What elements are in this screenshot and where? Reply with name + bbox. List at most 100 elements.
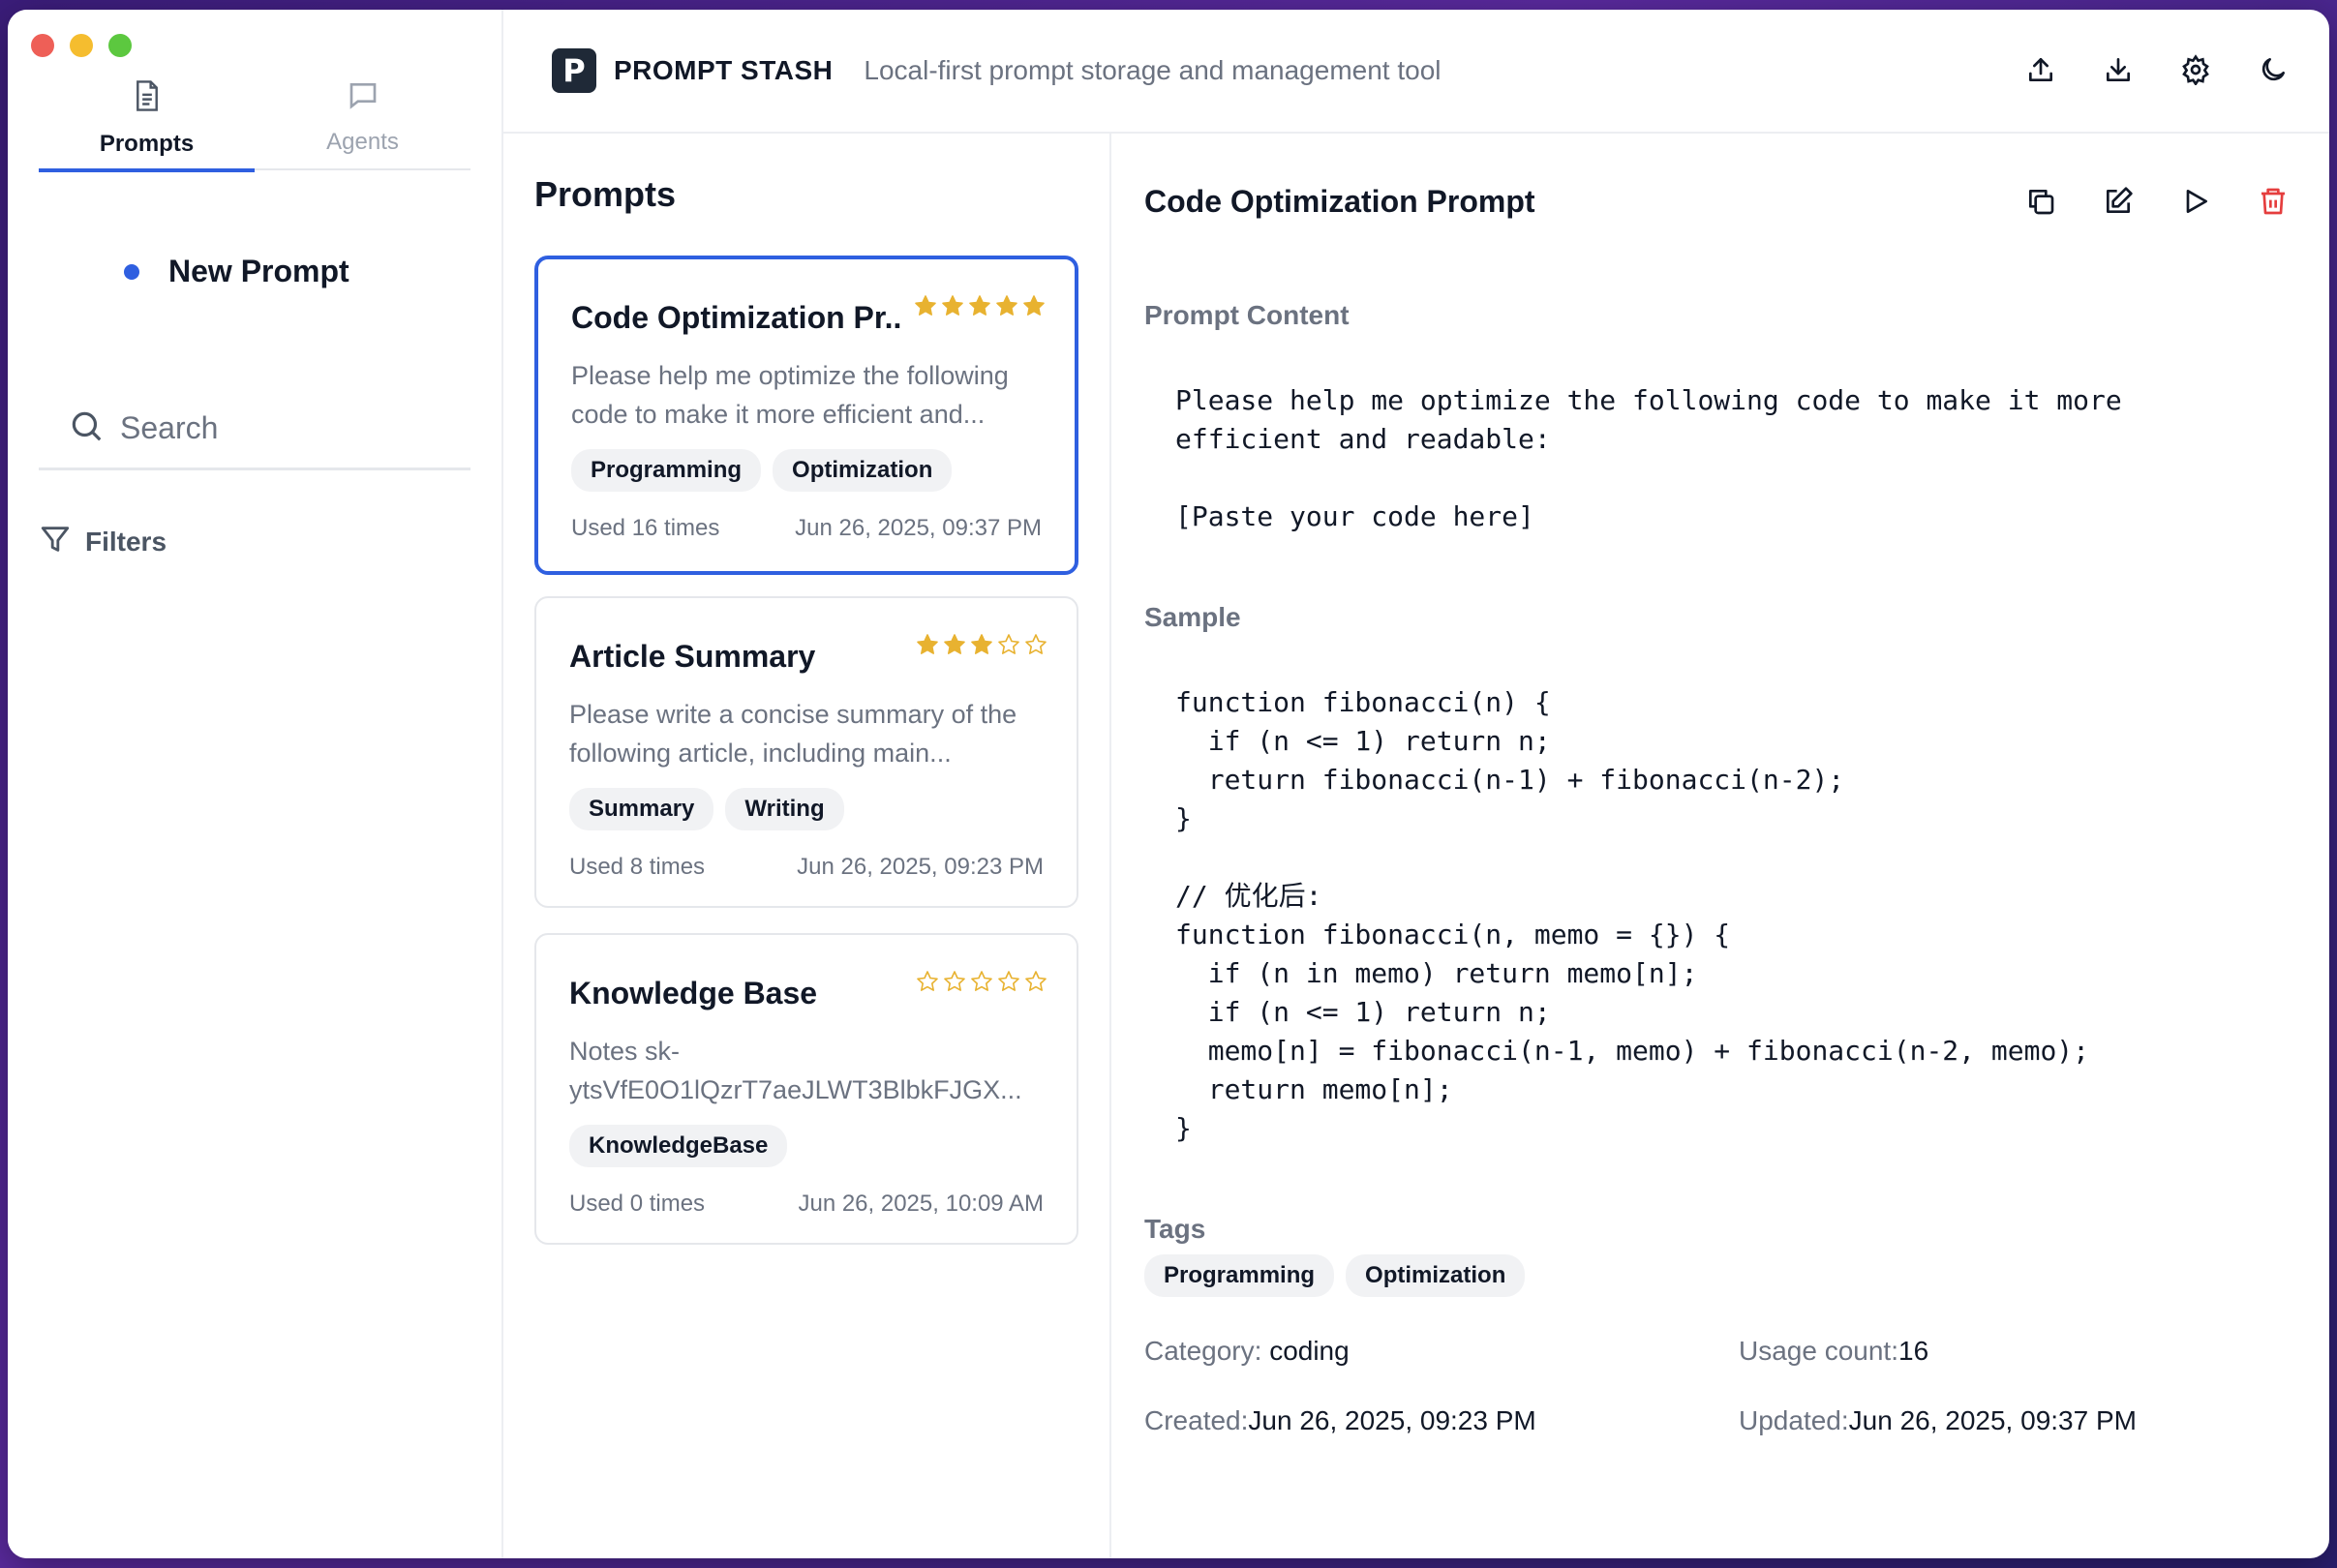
app-header: P PROMPT STASH Local-first prompt storag… bbox=[503, 10, 2329, 134]
prompt-card-meta: Used 8 times Jun 26, 2025, 09:23 PM bbox=[569, 854, 1044, 881]
star-filled-icon[interactable] bbox=[1022, 294, 1046, 322]
category-value: coding bbox=[1269, 1336, 1350, 1366]
prompt-card[interactable]: Knowledge Base Notes sk-ytsVfE0O1lQzrT7a… bbox=[534, 933, 1078, 1245]
star-empty-icon[interactable] bbox=[997, 970, 1020, 998]
created-info: Created:Jun 26, 2025, 09:23 PM bbox=[1144, 1405, 1536, 1436]
rating-stars[interactable] bbox=[916, 970, 1047, 998]
star-filled-icon[interactable] bbox=[941, 294, 964, 322]
detail-tags: Programming Optimization bbox=[1144, 1254, 1526, 1297]
tab-prompts-label: Prompts bbox=[99, 131, 195, 157]
updated-info: Updated:Jun 26, 2025, 09:37 PM bbox=[1739, 1405, 2137, 1436]
prompt-card-title: Knowledge Base bbox=[569, 976, 818, 1010]
copy-icon[interactable] bbox=[2023, 184, 2058, 219]
new-prompt-dot-icon bbox=[124, 263, 139, 280]
window-controls bbox=[31, 34, 132, 57]
minimize-window-button[interactable] bbox=[70, 34, 93, 57]
star-filled-icon[interactable] bbox=[914, 294, 937, 322]
category-label: Category: bbox=[1144, 1336, 1262, 1366]
tab-agents[interactable]: Agents bbox=[255, 70, 470, 170]
new-prompt-button[interactable]: New Prompt bbox=[124, 254, 349, 289]
usage-count: Used 8 times bbox=[569, 854, 706, 880]
updated-date: Jun 26, 2025, 09:23 PM bbox=[797, 854, 1044, 880]
settings-icon[interactable] bbox=[2178, 52, 2213, 87]
prompt-card-title: Article Summary bbox=[569, 639, 816, 674]
star-empty-icon[interactable] bbox=[970, 970, 993, 998]
prompt-card-title: Code Optimization Pr... bbox=[571, 300, 900, 335]
star-empty-icon[interactable] bbox=[997, 633, 1020, 661]
star-empty-icon[interactable] bbox=[943, 970, 966, 998]
list-title: Prompts bbox=[534, 174, 677, 214]
filters-button[interactable]: Filters bbox=[39, 523, 167, 560]
tag: Programming bbox=[1144, 1254, 1335, 1297]
search-icon bbox=[68, 407, 105, 449]
tag: Optimization bbox=[773, 449, 953, 492]
sample-content: function fibonacci(n) { if (n <= 1) retu… bbox=[1175, 686, 2090, 1144]
app-subtitle: Local-first prompt storage and managemen… bbox=[864, 55, 1442, 85]
prompt-card-tags: Programming Optimization bbox=[571, 449, 953, 492]
dark-mode-icon[interactable] bbox=[2256, 52, 2291, 87]
usage-label: Usage count: bbox=[1739, 1336, 1898, 1366]
app-window: Prompts Agents New Prompt Search Filters… bbox=[8, 10, 2329, 1558]
star-empty-icon[interactable] bbox=[916, 970, 939, 998]
usage-value: 16 bbox=[1898, 1336, 1929, 1366]
trash-icon[interactable] bbox=[2256, 184, 2291, 219]
edit-icon[interactable] bbox=[2101, 184, 2136, 219]
prompt-detail-panel: Code Optimization Prompt Prompt Content … bbox=[1111, 134, 2329, 1558]
prompt-card-tags: Summary Writing bbox=[569, 788, 844, 830]
star-filled-icon[interactable] bbox=[995, 294, 1018, 322]
star-filled-icon[interactable] bbox=[916, 633, 939, 661]
prompt-list-panel: Prompts Code Optimization Pr... Please h… bbox=[503, 134, 1111, 1558]
tag: KnowledgeBase bbox=[569, 1125, 788, 1167]
prompt-card-description: Please write a concise summary of the fo… bbox=[569, 700, 1017, 768]
app-name: PROMPT STASH bbox=[614, 55, 834, 85]
usage-count: Used 0 times bbox=[569, 1191, 706, 1217]
sample-label: Sample bbox=[1144, 602, 1241, 632]
tag: Optimization bbox=[1346, 1254, 1526, 1297]
filter-icon bbox=[39, 523, 72, 560]
tag: Summary bbox=[569, 788, 714, 830]
updated-label: Updated: bbox=[1739, 1405, 1849, 1435]
new-prompt-label: New Prompt bbox=[168, 254, 349, 288]
rating-stars[interactable] bbox=[916, 633, 1047, 661]
star-empty-icon[interactable] bbox=[1024, 633, 1047, 661]
tag: Programming bbox=[571, 449, 762, 492]
search-bar bbox=[39, 389, 470, 470]
updated-value: Jun 26, 2025, 09:37 PM bbox=[1848, 1405, 2137, 1435]
document-icon bbox=[133, 79, 162, 117]
header-actions bbox=[2023, 52, 2291, 87]
prompt-card-tags: KnowledgeBase bbox=[569, 1125, 788, 1167]
detail-actions bbox=[2023, 184, 2291, 219]
play-icon[interactable] bbox=[2178, 184, 2213, 219]
app-logo: P bbox=[552, 48, 596, 93]
star-empty-icon[interactable] bbox=[1024, 970, 1047, 998]
star-filled-icon[interactable] bbox=[943, 633, 966, 661]
upload-icon[interactable] bbox=[2023, 52, 2058, 87]
download-icon[interactable] bbox=[2101, 52, 2136, 87]
tab-agents-label: Agents bbox=[326, 129, 399, 155]
tag: Writing bbox=[725, 788, 844, 830]
filters-label: Filters bbox=[85, 526, 167, 557]
rating-stars[interactable] bbox=[914, 294, 1046, 322]
usage-info: Usage count:16 bbox=[1739, 1336, 1928, 1367]
maximize-window-button[interactable] bbox=[108, 34, 132, 57]
close-window-button[interactable] bbox=[31, 34, 54, 57]
prompt-card[interactable]: Article Summary Please write a concise s… bbox=[534, 596, 1078, 908]
created-value: Jun 26, 2025, 09:23 PM bbox=[1248, 1405, 1536, 1435]
usage-count: Used 16 times bbox=[571, 515, 720, 541]
category-info: Category: coding bbox=[1144, 1336, 1350, 1367]
search-input[interactable] bbox=[120, 410, 449, 446]
tab-prompts[interactable]: Prompts bbox=[39, 70, 255, 172]
prompt-content: Please help me optimize the following co… bbox=[1175, 384, 2122, 532]
sidebar-tabs: Prompts Agents bbox=[39, 70, 470, 172]
star-filled-icon[interactable] bbox=[968, 294, 991, 322]
sidebar: Prompts Agents New Prompt Search Filters bbox=[8, 10, 503, 1558]
chat-icon bbox=[348, 79, 379, 115]
tags-label: Tags bbox=[1144, 1214, 1206, 1244]
star-filled-icon[interactable] bbox=[970, 633, 993, 661]
prompt-content-label: Prompt Content bbox=[1144, 300, 1350, 330]
prompt-card[interactable]: Code Optimization Pr... Please help me o… bbox=[534, 256, 1078, 575]
created-label: Created: bbox=[1144, 1405, 1249, 1435]
updated-date: Jun 26, 2025, 10:09 AM bbox=[798, 1191, 1044, 1217]
updated-date: Jun 26, 2025, 09:37 PM bbox=[795, 515, 1042, 541]
prompt-card-meta: Used 16 times Jun 26, 2025, 09:37 PM bbox=[571, 515, 1042, 542]
